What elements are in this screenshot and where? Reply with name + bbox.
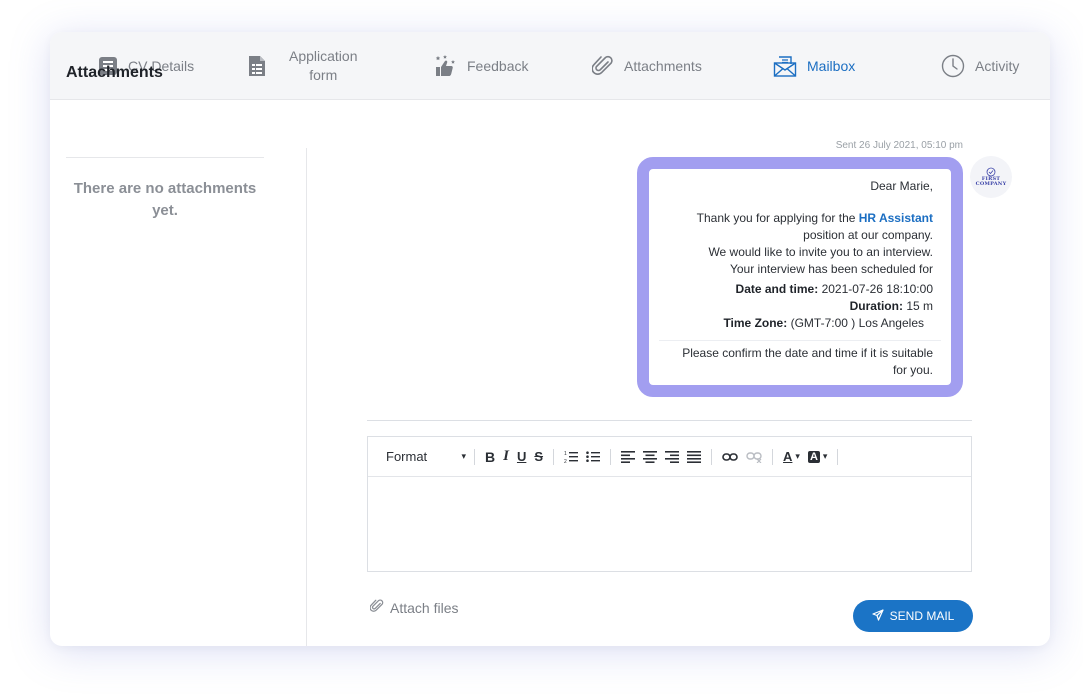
align-justify-icon[interactable]: [687, 447, 702, 467]
timezone-city: Los Angeles: [858, 316, 924, 330]
align-left-icon[interactable]: [621, 447, 636, 467]
tab-label-line1: Application: [289, 48, 358, 64]
timezone-label: Time Zone:: [723, 316, 788, 330]
column-divider: [306, 148, 307, 646]
sidebar-divider: [66, 157, 264, 158]
format-label: Format: [386, 449, 428, 464]
no-attachments-message: There are no attachments yet.: [66, 178, 264, 222]
message-bubble: Dear Marie, Thank you for applying for t…: [637, 157, 963, 397]
datetime-label: Date and time:: [735, 282, 819, 296]
toolbar-separator: [474, 448, 475, 465]
no-attachments-line2: yet.: [152, 202, 178, 219]
align-right-icon[interactable]: [665, 447, 680, 467]
bulleted-list-icon[interactable]: [586, 447, 601, 467]
message-line: We would like to invite you to an interv…: [708, 245, 933, 259]
attach-files-label: Attach files: [390, 599, 459, 616]
interview-datetime: Date and time: 2021-07-26 18:10:00: [736, 281, 933, 298]
thumbs-up-stars-icon: [433, 54, 457, 78]
link-icon[interactable]: [722, 447, 738, 467]
tab-label: Feedback: [467, 58, 529, 74]
format-dropdown[interactable]: Format ▾: [386, 447, 466, 467]
send-mail-button[interactable]: SEND MAIL: [853, 600, 973, 632]
chevron-down-icon: ▾: [461, 451, 466, 461]
tab-application-form[interactable]: Application form: [247, 32, 358, 100]
tab-attachments[interactable]: Attachments: [592, 32, 702, 100]
attach-files-link[interactable]: Attach files: [369, 599, 459, 616]
toolbar-separator: [553, 448, 555, 465]
mail-editor: Format ▾ B I U S 12 A ▾ A ▾: [367, 436, 972, 572]
clock-icon: [941, 54, 965, 78]
tab-label: Mailbox: [807, 58, 856, 74]
paperclip-icon: [369, 599, 384, 616]
send-mail-label: SEND MAIL: [889, 609, 955, 623]
interview-duration: Duration: 15 m: [850, 298, 933, 315]
message-divider: [659, 340, 941, 341]
datetime-value: 2021-07-26 18:10:00: [821, 282, 933, 296]
company-avatar: FIRST COMPANY: [970, 156, 1012, 198]
italic-icon[interactable]: I: [503, 447, 509, 467]
underline-icon[interactable]: U: [517, 447, 526, 467]
paperclip-icon: [592, 55, 614, 77]
message-greeting: Dear Marie,: [870, 179, 933, 193]
tab-label: Activity: [975, 58, 1020, 74]
message-line: Your interview has been scheduled for: [729, 262, 933, 276]
svg-text:2: 2: [564, 459, 567, 464]
toolbar-separator: [610, 448, 612, 465]
tab-activity[interactable]: Activity: [941, 32, 1019, 100]
interview-timezone: Time Zone: (GMT-7:00 ) Los Angeles: [723, 315, 924, 332]
tab-bar: CV Details Application form Feedback Att…: [50, 32, 1050, 100]
message-text: Thank you for applying for the: [696, 211, 859, 225]
message-line: position at our company.: [803, 228, 933, 242]
editor-toolbar: Format ▾ B I U S 12 A ▾ A ▾: [368, 437, 971, 477]
duration-label: Duration:: [849, 299, 903, 313]
tab-mailbox[interactable]: Mailbox: [773, 32, 855, 100]
candidate-panel: CV Details Application form Feedback Att…: [50, 32, 1050, 646]
company-name-line2: COMPANY: [975, 181, 1007, 187]
compose-divider: [367, 420, 972, 421]
toolbar-separator: [837, 448, 839, 465]
form-icon: [247, 55, 267, 77]
sent-timestamp: Sent 26 July 2021, 05:10 pm: [835, 140, 963, 151]
bold-icon[interactable]: B: [485, 447, 495, 467]
message-line: Please confirm the date and time if it i…: [682, 346, 933, 360]
duration-value: 15 m: [906, 299, 933, 313]
strikethrough-icon[interactable]: S: [534, 447, 543, 467]
send-icon: [872, 608, 884, 624]
numbered-list-icon[interactable]: 12: [564, 447, 579, 467]
toolbar-separator: [772, 448, 774, 465]
position-title: HR Assistant: [858, 211, 933, 225]
sidebar-title: Attachments: [66, 64, 163, 81]
message-line: Thank you for applying for the HR Assist…: [697, 210, 933, 227]
svg-text:1: 1: [564, 451, 567, 457]
tab-label: Attachments: [624, 58, 702, 74]
align-center-icon[interactable]: [643, 447, 658, 467]
background-color-icon[interactable]: A ▾: [807, 447, 827, 467]
no-attachments-line1: There are no attachments: [73, 180, 257, 197]
message-line: for you.: [892, 363, 933, 377]
tab-label: Application form: [289, 47, 358, 85]
tab-label-line2: form: [309, 67, 338, 83]
timezone-value: (GMT-7:00 ): [790, 316, 856, 330]
text-color-icon[interactable]: A ▾: [783, 447, 800, 467]
toolbar-separator: [711, 448, 713, 465]
unlink-icon[interactable]: [746, 447, 762, 467]
mail-icon: [773, 54, 797, 78]
mail-body-input[interactable]: [368, 477, 971, 571]
tab-feedback[interactable]: Feedback: [433, 32, 528, 100]
